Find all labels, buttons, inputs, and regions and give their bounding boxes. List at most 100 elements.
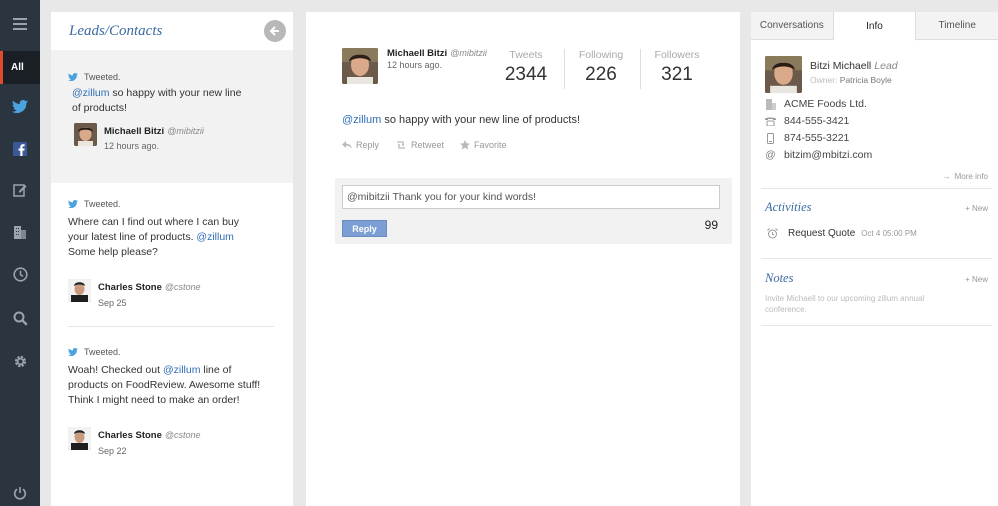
edit-icon[interactable] bbox=[0, 173, 40, 206]
note-text: Invite Michaell to our upcoming zillum a… bbox=[765, 294, 925, 314]
lead-author: Michaell Bitzi @mibitzii bbox=[104, 126, 204, 137]
notes-title: Notes bbox=[765, 271, 794, 285]
avatar bbox=[342, 48, 378, 84]
tweeted-label: Tweeted. bbox=[84, 347, 121, 357]
tweeted-line: Tweeted. bbox=[68, 72, 121, 82]
more-info-label: More info bbox=[954, 172, 988, 181]
mobile-number[interactable]: 874-555-3221 bbox=[784, 132, 849, 144]
divider bbox=[761, 325, 992, 326]
reply-button[interactable]: Reply bbox=[342, 220, 387, 237]
twitter-icon bbox=[68, 348, 78, 356]
back-arrow-icon[interactable] bbox=[264, 20, 286, 42]
author-name: Michaell Bitzi bbox=[104, 126, 165, 137]
author-handle: @mibitzii bbox=[167, 126, 204, 136]
activities-title: Activities bbox=[765, 200, 812, 214]
search-icon[interactable] bbox=[0, 302, 40, 335]
email-address[interactable]: bitzim@mbitzi.com bbox=[784, 149, 872, 161]
lead-time: Sep 25 bbox=[98, 298, 127, 308]
twitter-icon bbox=[68, 200, 78, 208]
tab-timeline[interactable]: Timeline bbox=[916, 12, 998, 39]
stat-tweets: Tweets 2344 bbox=[490, 49, 562, 86]
divider bbox=[761, 188, 992, 189]
leads-title: Leads/Contacts bbox=[69, 23, 163, 39]
contact-name-line: Bitzi Michaell Lead bbox=[810, 60, 898, 72]
contact-info-panel: Conversations Info Timeline Bitzi Michae… bbox=[751, 12, 998, 506]
lead-tweet-text: @zillum so happy with your new line of p… bbox=[72, 86, 247, 116]
owner-line: Owner: Patricia Boyle bbox=[810, 75, 892, 85]
twitter-icon[interactable] bbox=[0, 90, 40, 123]
author-name: Michaell Bitzi bbox=[387, 48, 448, 59]
reply-action[interactable]: Reply bbox=[342, 140, 379, 150]
at-icon: @ bbox=[765, 149, 776, 161]
twitter-icon bbox=[68, 73, 78, 81]
avatar bbox=[68, 427, 91, 450]
retweet-label: Retweet bbox=[411, 140, 445, 150]
info-tabs: Conversations Info Timeline bbox=[751, 12, 998, 41]
favorite-action[interactable]: Favorite bbox=[460, 140, 507, 150]
mobile-icon bbox=[765, 132, 776, 144]
lead-card[interactable]: Tweeted. Woah! Checked out @zillum line … bbox=[51, 343, 293, 483]
owner-name[interactable]: Patricia Boyle bbox=[840, 75, 892, 85]
phone-number[interactable]: 844-555-3421 bbox=[784, 115, 849, 127]
mention-link[interactable]: @zillum bbox=[72, 87, 110, 99]
stat-followers: Followers 321 bbox=[641, 49, 713, 86]
contact-name: Bitzi Michaell bbox=[810, 60, 872, 72]
lead-card[interactable]: Tweeted. @zillum so happy with your new … bbox=[51, 50, 293, 183]
new-note-link[interactable]: + New bbox=[965, 275, 988, 284]
stat-label: Followers bbox=[654, 49, 700, 61]
stat-value: 226 bbox=[585, 64, 617, 85]
phone-icon bbox=[765, 116, 776, 126]
more-info-link[interactable]: → More info bbox=[943, 172, 988, 181]
stat-label: Following bbox=[578, 49, 624, 61]
avatar bbox=[74, 123, 97, 146]
power-icon[interactable] bbox=[0, 476, 40, 506]
mention-link[interactable]: @zillum bbox=[163, 364, 201, 376]
stat-value: 2344 bbox=[504, 64, 548, 85]
author-line: Michaell Bitzi @mibitzii bbox=[387, 48, 487, 59]
lead-card[interactable]: Tweeted. Where can I find out where I ca… bbox=[51, 195, 293, 330]
nav-rail: All bbox=[0, 0, 40, 506]
arrow-right-icon: → bbox=[942, 172, 951, 181]
stat-following: Following 226 bbox=[565, 49, 637, 86]
retweet-action[interactable]: Retweet bbox=[395, 140, 444, 150]
lead-time: Sep 22 bbox=[98, 446, 127, 456]
tab-conversations[interactable]: Conversations bbox=[751, 12, 834, 39]
building-icon[interactable] bbox=[0, 215, 40, 248]
char-counter: 99 bbox=[704, 218, 718, 232]
lead-author: Charles Stone @cstone bbox=[98, 282, 201, 293]
tweet-actions: Reply Retweet Favorite bbox=[342, 140, 507, 150]
activity-time: Oct 4 05:00 PM bbox=[861, 229, 917, 238]
divider bbox=[761, 258, 992, 259]
tweet-time: 12 hours ago. bbox=[387, 60, 443, 70]
tweeted-label: Tweeted. bbox=[84, 72, 121, 82]
activity-label: Request Quote bbox=[788, 228, 856, 239]
gear-icon[interactable] bbox=[0, 345, 40, 378]
company-row: ACME Foods Ltd. bbox=[765, 98, 867, 110]
reply-input[interactable]: @mibitzii Thank you for your kind words! bbox=[342, 185, 720, 209]
favorite-label: Favorite bbox=[474, 140, 507, 150]
facebook-icon[interactable] bbox=[0, 132, 40, 165]
stat-value: 321 bbox=[661, 64, 693, 85]
phone-row: 844-555-3421 bbox=[765, 115, 849, 127]
tweeted-line: Tweeted. bbox=[68, 199, 121, 209]
new-activity-link[interactable]: + New bbox=[965, 204, 988, 213]
lead-tag: Lead bbox=[874, 60, 898, 72]
stat-label: Tweets bbox=[509, 49, 543, 61]
tweet-body: so happy with your new line of products! bbox=[381, 114, 581, 126]
nav-all-label: All bbox=[11, 62, 24, 73]
tweet-body: Some help please? bbox=[68, 246, 158, 258]
activity-item[interactable]: Request Quote Oct 4 05:00 PM bbox=[767, 228, 917, 239]
star-icon bbox=[460, 140, 471, 150]
mention-link[interactable]: @zillum bbox=[342, 114, 381, 126]
divider bbox=[68, 326, 274, 327]
tab-info[interactable]: Info bbox=[833, 12, 917, 41]
mobile-row: 874-555-3221 bbox=[765, 132, 849, 144]
mention-link[interactable]: @zillum bbox=[196, 231, 234, 243]
leads-panel: Leads/Contacts Tweeted. @zillum so happy… bbox=[51, 12, 293, 506]
tweet-detail-panel: Michaell Bitzi @mibitzii 12 hours ago. Tw… bbox=[306, 12, 740, 506]
retweet-icon bbox=[397, 141, 406, 149]
lead-tweet-text: Woah! Checked out @zillum line of produc… bbox=[68, 363, 273, 408]
menu-icon[interactable] bbox=[0, 7, 40, 40]
nav-all[interactable]: All bbox=[0, 51, 40, 84]
clock-icon[interactable] bbox=[0, 258, 40, 291]
